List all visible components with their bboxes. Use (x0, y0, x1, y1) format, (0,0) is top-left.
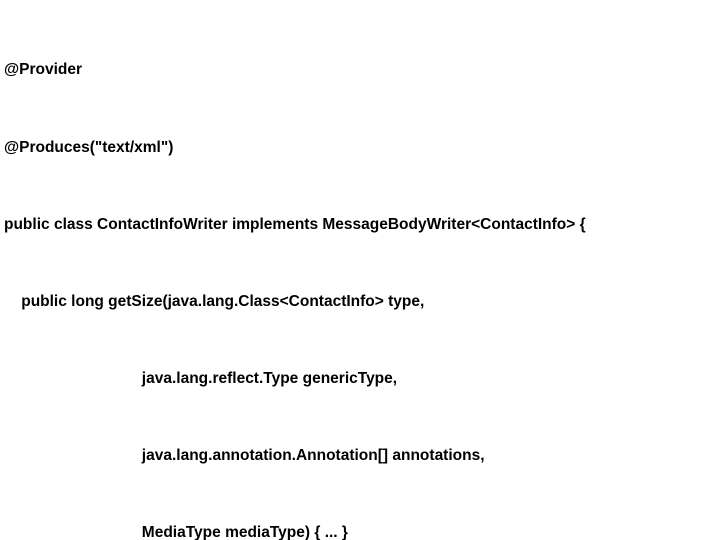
code-line: java.lang.reflect.Type genericType, (4, 366, 720, 392)
code-line: @Provider (4, 57, 720, 83)
code-line: public long getSize(java.lang.Class<Cont… (4, 289, 720, 315)
code-line: @Produces("text/xml") (4, 135, 720, 161)
code-block: @Provider @Produces("text/xml") public c… (0, 0, 720, 540)
code-line: java.lang.annotation.Annotation[] annota… (4, 443, 720, 469)
code-line: MediaType mediaType) { ... } (4, 520, 720, 540)
code-line: public class ContactInfoWriter implement… (4, 212, 720, 238)
